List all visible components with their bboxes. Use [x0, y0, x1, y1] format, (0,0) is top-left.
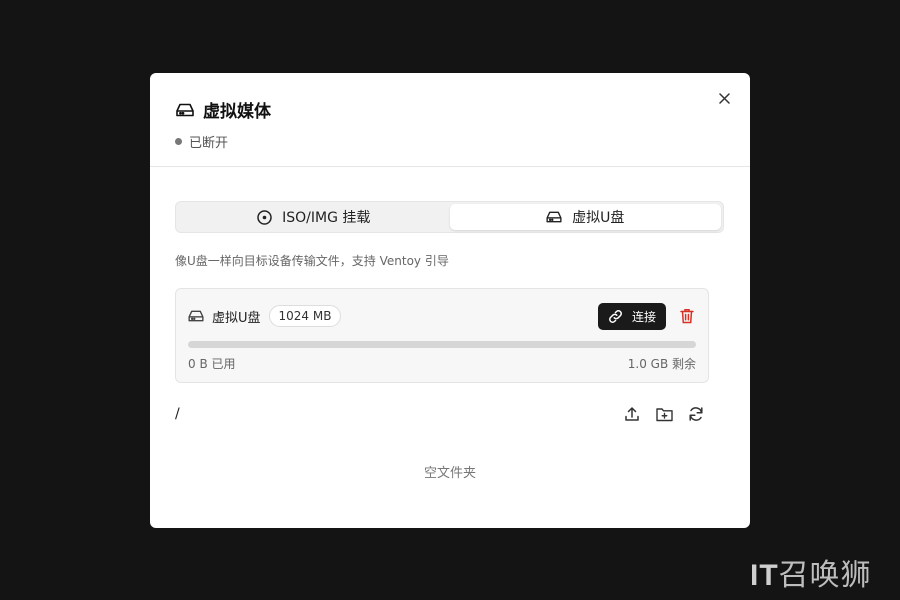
title-row: 虚拟媒体 — [175, 97, 271, 122]
refresh-icon — [689, 407, 703, 421]
mode-description: 像U盘一样向目标设备传输文件，支持 Ventoy 引导 — [175, 254, 449, 268]
free-space-label: 1.0 GB 剩余 — [627, 357, 696, 371]
tab-virtual-usb[interactable]: 虚拟U盘 — [449, 204, 721, 230]
close-icon — [718, 92, 730, 104]
tab-label: 虚拟U盘 — [572, 210, 625, 226]
connection-status: 已断开 — [175, 132, 228, 151]
drive-size-badge: 1024 MB — [268, 305, 342, 327]
upload-button[interactable] — [623, 405, 641, 423]
new-folder-icon — [655, 407, 673, 421]
close-button[interactable] — [716, 90, 732, 106]
disc-icon — [257, 209, 272, 225]
status-text: 已断开 — [189, 136, 229, 151]
watermark-bold: IT — [750, 559, 779, 592]
drive-card: 虚拟U盘 1024 MB 连接 0 B 已用 1.0 GB 剩余 — [175, 288, 709, 383]
dialog-header: 虚拟媒体 已断开 — [150, 73, 750, 167]
upload-icon — [625, 407, 639, 421]
link-icon — [609, 309, 622, 323]
drive-icon — [188, 310, 204, 322]
file-browser-toolbar: / — [175, 404, 709, 424]
current-path: / — [175, 406, 180, 422]
status-dot — [175, 138, 182, 145]
tab-label: ISO/IMG 挂载 — [282, 210, 371, 226]
drive-icon — [546, 211, 562, 223]
media-mode-tabs: ISO/IMG 挂载 虚拟U盘 — [175, 201, 724, 233]
dialog-title: 虚拟媒体 — [203, 102, 271, 122]
trash-icon — [680, 309, 694, 324]
connect-button[interactable]: 连接 — [597, 302, 666, 330]
drive-header: 虚拟U盘 1024 MB 连接 — [188, 302, 696, 330]
watermark-text: 召唤狮 — [778, 559, 872, 592]
virtual-media-dialog: 虚拟媒体 已断开 ISO/IMG 挂载 虚拟U盘 像U盘一样向目标设备传输文件，… — [150, 73, 750, 528]
new-folder-button[interactable] — [655, 405, 673, 423]
used-space-label: 0 B 已用 — [188, 357, 236, 371]
connect-label: 连接 — [631, 309, 656, 324]
empty-folder-message: 空文件夹 — [423, 466, 476, 481]
drive-icon — [175, 100, 195, 120]
delete-drive-button[interactable] — [678, 307, 696, 325]
tab-iso-img[interactable]: ISO/IMG 挂载 — [178, 204, 450, 230]
drive-name: 虚拟U盘 — [212, 310, 261, 326]
refresh-button[interactable] — [687, 405, 705, 423]
storage-usage-bar — [188, 341, 696, 348]
file-actions — [623, 405, 705, 423]
watermark-logo: IT召唤狮 — [750, 550, 872, 594]
